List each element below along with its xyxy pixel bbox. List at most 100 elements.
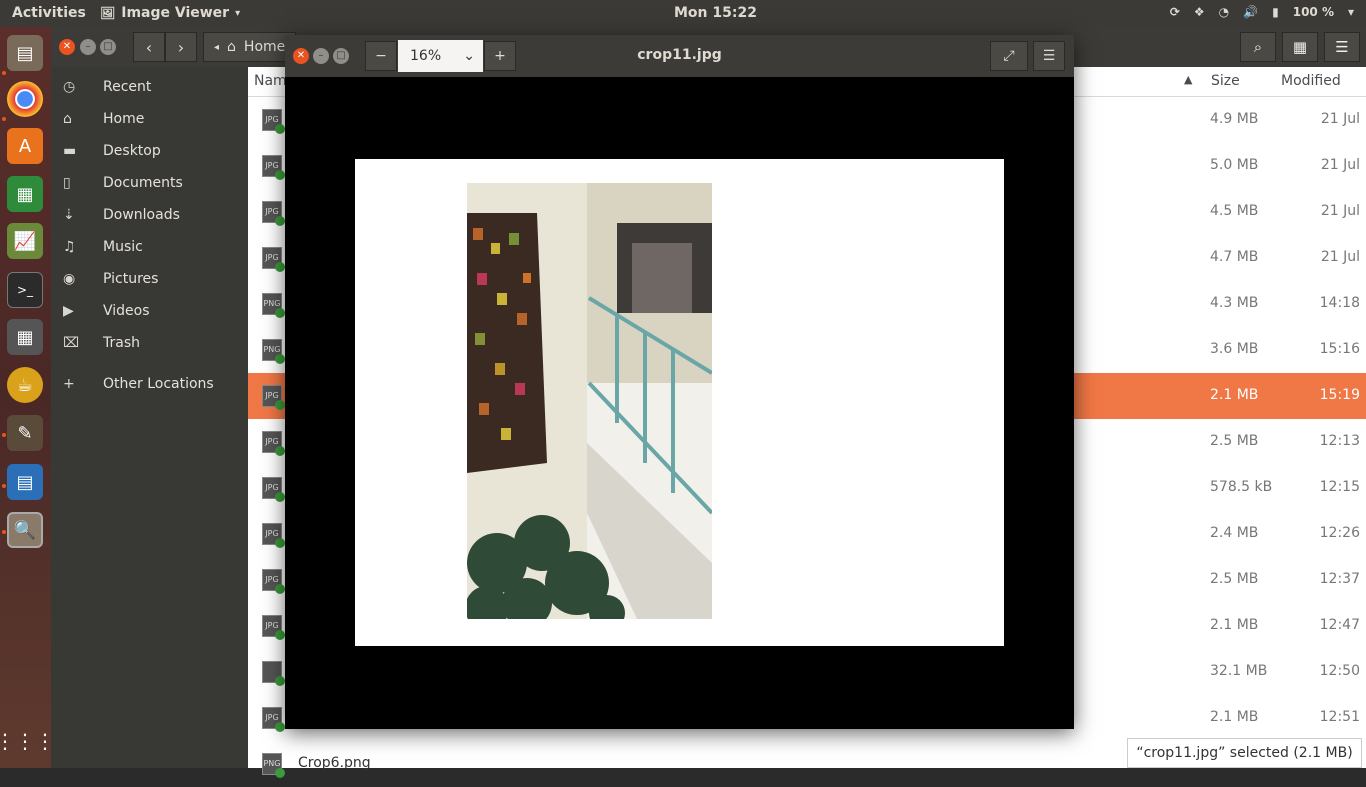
gimp-icon[interactable]: ✎ xyxy=(7,415,43,451)
image-file-icon: JPG xyxy=(262,707,285,732)
home-icon: ⌂ xyxy=(63,111,72,127)
sidebar-item-trash[interactable]: ⌧ Trash xyxy=(51,327,248,359)
minimize-button[interactable]: – xyxy=(313,48,329,64)
calculator-icon[interactable]: ▦ xyxy=(7,319,43,355)
system-tray[interactable]: ⟳ ❖ ◔ 🔊 ▮ 100 % ▾ xyxy=(1170,5,1354,19)
file-size: 2.5 MB xyxy=(1210,571,1259,587)
files-icon[interactable]: ▤ xyxy=(7,35,43,71)
plus-icon: + xyxy=(63,376,75,392)
activities-button[interactable]: Activities xyxy=(12,5,86,21)
close-button[interactable]: ✕ xyxy=(59,39,75,55)
forward-button[interactable]: › xyxy=(165,32,197,62)
sidebar-item-recent[interactable]: ◷ Recent xyxy=(51,71,248,103)
spreadsheet-icon[interactable]: ▦ xyxy=(7,176,43,212)
file-modified: 21 Jul xyxy=(1320,249,1360,265)
show-apps-icon[interactable]: ⋮⋮⋮ xyxy=(0,723,55,759)
file-size: 3.6 MB xyxy=(1210,341,1259,357)
sidebar-item-videos[interactable]: ▶ Videos xyxy=(51,295,248,327)
file-size: 4.7 MB xyxy=(1210,249,1259,265)
sidebar-item-documents[interactable]: ▯ Documents xyxy=(51,167,248,199)
sync-badge-icon xyxy=(275,768,285,778)
sync-badge-icon xyxy=(275,538,285,548)
sidebar-item-pictures[interactable]: ◉ Pictures xyxy=(51,263,248,295)
sync-badge-icon xyxy=(275,446,285,456)
update-icon[interactable]: ⟳ xyxy=(1170,5,1180,19)
zoom-value: 16% xyxy=(410,48,442,64)
image-file-icon: JPG xyxy=(262,615,285,640)
file-size: 578.5 kB xyxy=(1210,479,1273,495)
file-size: 2.5 MB xyxy=(1210,433,1259,449)
image-file-icon: JPG xyxy=(262,155,285,180)
file-modified: 12:47 xyxy=(1319,617,1360,633)
folder-icon: ▬ xyxy=(63,143,77,159)
sidebar-item-other-locations[interactable]: + Other Locations xyxy=(51,368,248,400)
menu-button[interactable]: ☰ xyxy=(1033,41,1065,71)
size-column-header[interactable]: Size xyxy=(1211,73,1240,89)
chrome-icon[interactable] xyxy=(7,81,43,117)
maximize-button[interactable]: □ xyxy=(333,48,349,64)
sync-badge-icon xyxy=(275,584,285,594)
sidebar-item-label: Trash xyxy=(103,335,140,351)
sidebar-item-downloads[interactable]: ⇣ Downloads xyxy=(51,199,248,231)
close-button[interactable]: ✕ xyxy=(293,48,309,64)
chevron-down-icon: ⌄ xyxy=(463,48,475,64)
maximize-button[interactable]: □ xyxy=(100,39,116,55)
file-size: 2.4 MB xyxy=(1210,525,1259,541)
system-monitor-icon[interactable]: 📈 xyxy=(7,223,43,259)
sidebar-item-desktop[interactable]: ▬ Desktop xyxy=(51,135,248,167)
music-icon: ♫ xyxy=(63,239,76,255)
sync-badge-icon xyxy=(275,722,285,732)
image-file-icon: JPG xyxy=(262,201,285,226)
file-modified: 12:37 xyxy=(1319,571,1360,587)
image-viewer-icon[interactable]: 🔍 xyxy=(7,512,43,548)
back-button[interactable]: ‹ xyxy=(133,32,165,62)
chevron-down-icon: ▾ xyxy=(235,7,241,19)
viewer-headerbar: ✕ – □ − 16% ⌄ + crop11.jpg ⤢ ☰ xyxy=(285,35,1074,77)
file-modified: 21 Jul xyxy=(1320,203,1360,219)
sync-badge-icon xyxy=(275,400,285,410)
sidebar-item-music[interactable]: ♫ Music xyxy=(51,231,248,263)
chevron-down-icon: ▾ xyxy=(1347,5,1354,19)
view-mode-button[interactable]: ▦ xyxy=(1282,32,1318,62)
file-modified: 12:15 xyxy=(1319,479,1360,495)
software-center-icon[interactable]: A xyxy=(7,128,43,164)
teapot-icon[interactable]: ☕ xyxy=(7,367,43,403)
clock-icon: ◷ xyxy=(63,79,76,95)
file-size: 32.1 MB xyxy=(1210,663,1268,679)
menu-button[interactable]: ☰ xyxy=(1324,32,1360,62)
clock[interactable]: Mon 15:22 xyxy=(674,5,757,21)
status-overlay: “crop11.jpg” selected (2.1 MB) xyxy=(1127,738,1362,768)
top-bar: Activities 🖼 Image Viewer ▾ Mon 15:22 ⟳ … xyxy=(0,0,1366,27)
file-modified: 12:50 xyxy=(1319,663,1360,679)
breadcrumb[interactable]: ◂ ⌂ Home xyxy=(203,32,297,62)
image-file-icon: JPG xyxy=(262,431,285,456)
search-button[interactable]: ⌕ xyxy=(1240,32,1276,62)
sidebar-item-label: Recent xyxy=(103,79,152,95)
writer-icon[interactable]: ▤ xyxy=(7,464,43,500)
sidebar-item-label: Documents xyxy=(103,175,183,191)
sync-badge-icon xyxy=(275,676,285,686)
sidebar-item-home[interactable]: ⌂ Home xyxy=(51,103,248,135)
sidebar-item-label: Desktop xyxy=(103,143,161,159)
image-canvas[interactable] xyxy=(355,159,1004,646)
terminal-icon[interactable]: >_ xyxy=(7,272,43,308)
dropbox-icon[interactable]: ❖ xyxy=(1194,5,1205,19)
sync-badge-icon xyxy=(275,630,285,640)
zoom-in-button[interactable]: + xyxy=(484,41,516,71)
image-file-icon: PNG xyxy=(262,293,285,318)
sync-badge-icon xyxy=(275,262,285,272)
zoom-out-button[interactable]: − xyxy=(365,41,397,71)
sidebar-item-label: Home xyxy=(103,111,145,127)
file-size: 2.1 MB xyxy=(1210,617,1259,633)
minimize-button[interactable]: – xyxy=(80,39,96,55)
file-modified: 21 Jul xyxy=(1320,157,1360,173)
dock: ▤ A ▦ 📈 >_ ▦ ☕ ✎ ▤ 🔍 ⋮⋮⋮ xyxy=(0,27,55,768)
name-column-header[interactable]: Nam xyxy=(254,73,287,89)
app-menu[interactable]: 🖼 Image Viewer ▾ xyxy=(100,5,240,21)
breadcrumb-home[interactable]: Home xyxy=(244,39,285,55)
file-modified: 14:18 xyxy=(1319,295,1360,311)
fullscreen-button[interactable]: ⤢ xyxy=(990,41,1028,71)
zoom-select[interactable]: 16% ⌄ xyxy=(398,40,483,72)
image-file-icon: JPG xyxy=(262,109,285,134)
modified-column-header[interactable]: Modified xyxy=(1281,73,1341,89)
